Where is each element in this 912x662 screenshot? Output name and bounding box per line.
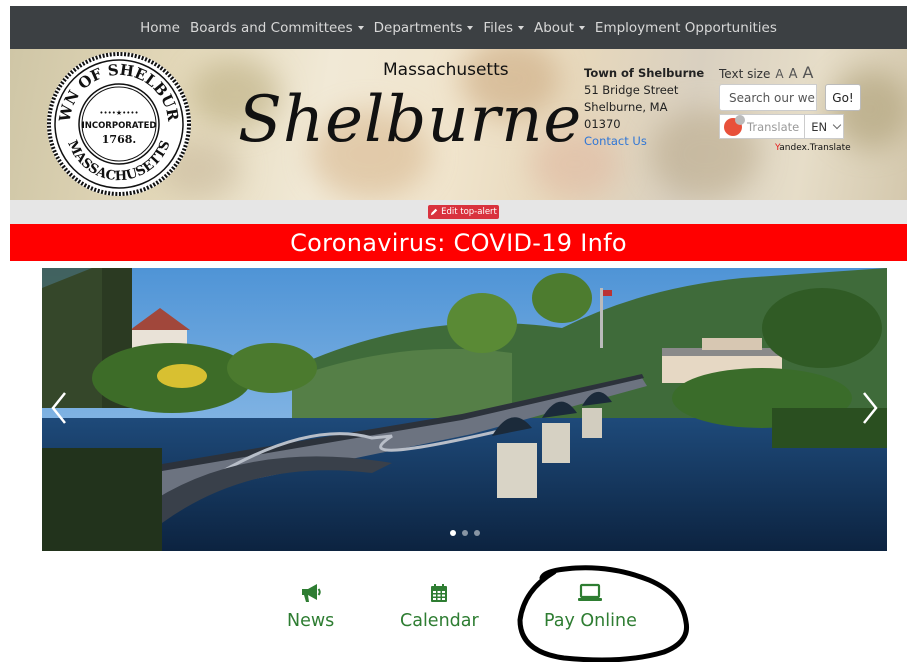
nav-employment-opportunities[interactable]: Employment Opportunities [590,20,782,36]
calendar-icon [431,584,448,602]
carousel-dot-3[interactable] [474,530,480,536]
megaphone-icon [301,584,321,602]
address-zip: 01370 [584,117,621,131]
address-city: Shelburne, MA [584,100,668,114]
nav-files-label: Files [483,19,513,36]
caret-down-icon [518,26,524,30]
svg-text:1768.: 1768. [102,133,136,146]
edit-top-alert-label: Edit top-alert [441,207,497,217]
text-size-large-button[interactable]: A [802,63,813,82]
nav-employment-label: Employment Opportunities [594,19,777,36]
photo-carousel [42,268,887,551]
text-size-controls: Text size A A A [719,63,813,82]
carousel-slide-image [42,268,887,551]
translate-label: Translate [747,119,800,134]
text-size-label: Text size [719,67,771,81]
translate-widget[interactable]: Translate EN [719,114,844,139]
svg-text:••••★••••: ••••★•••• [99,109,138,117]
carousel-next-arrow-icon[interactable] [861,390,879,426]
svg-text:INCORPORATED: INCORPORATED [82,121,157,131]
carousel-indicators [450,530,480,536]
caret-down-icon [467,26,474,30]
address-street: 51 Bridge Street [584,83,679,97]
carousel-prev-arrow-icon[interactable] [50,390,68,426]
nav-departments-label: Departments [373,19,463,36]
translate-icon [724,114,745,136]
nav-about-label: About [534,19,574,36]
edit-top-alert-button[interactable]: Edit top-alert [428,205,499,219]
nav-departments[interactable]: Departments [369,20,479,36]
covid-info-banner[interactable]: Coronavirus: COVID-19 Info [10,224,907,261]
carousel-dot-1[interactable] [450,530,456,536]
language-select[interactable]: EN [811,119,842,134]
town-name-logo: Shelburne [238,83,583,157]
caret-down-icon [578,26,585,30]
state-label: Massachusetts [383,60,509,80]
nav-about[interactable]: About [529,20,590,36]
quick-link-calendar-label: Calendar [400,611,479,631]
yandex-translate-credit[interactable]: Yandex.Translate [775,143,851,153]
header-banner: TOWN OF SHELBURNE MASSACHUSETTS ••••★•••… [10,49,907,200]
hand-drawn-circle-annotation [517,565,690,662]
nav-home[interactable]: Home [135,20,185,36]
quick-link-calendar[interactable]: Calendar [400,583,479,631]
nav-files[interactable]: Files [478,20,529,36]
contact-us-link[interactable]: Contact Us [584,134,647,148]
town-seal-logo[interactable]: TOWN OF SHELBURNE MASSACHUSETTS ••••★•••… [44,49,194,199]
quick-link-news[interactable]: News [287,583,334,631]
search-go-button[interactable]: Go! [825,84,861,111]
nav-home-label: Home [140,19,180,36]
pencil-icon [430,208,438,216]
carousel-dot-2[interactable] [462,530,468,536]
text-size-small-button[interactable]: A [775,67,783,81]
text-size-medium-button[interactable]: A [789,67,798,82]
search-input[interactable]: Search our websi [719,84,817,111]
town-address: Town of Shelburne 51 Bridge Street Shelb… [584,65,704,150]
nav-boards-label: Boards and Committees [189,19,353,36]
chevron-down-icon [832,120,842,130]
language-value: EN [811,119,828,134]
address-title: Town of Shelburne [584,66,705,80]
top-navbar: Home Boards and Committees Departments F… [10,6,907,49]
nav-boards-and-committees[interactable]: Boards and Committees [185,20,369,36]
quick-link-news-label: News [287,611,335,631]
yandex-credit-text: andex.Translate [779,143,851,153]
translate-divider [804,114,806,139]
caret-down-icon [357,26,364,30]
